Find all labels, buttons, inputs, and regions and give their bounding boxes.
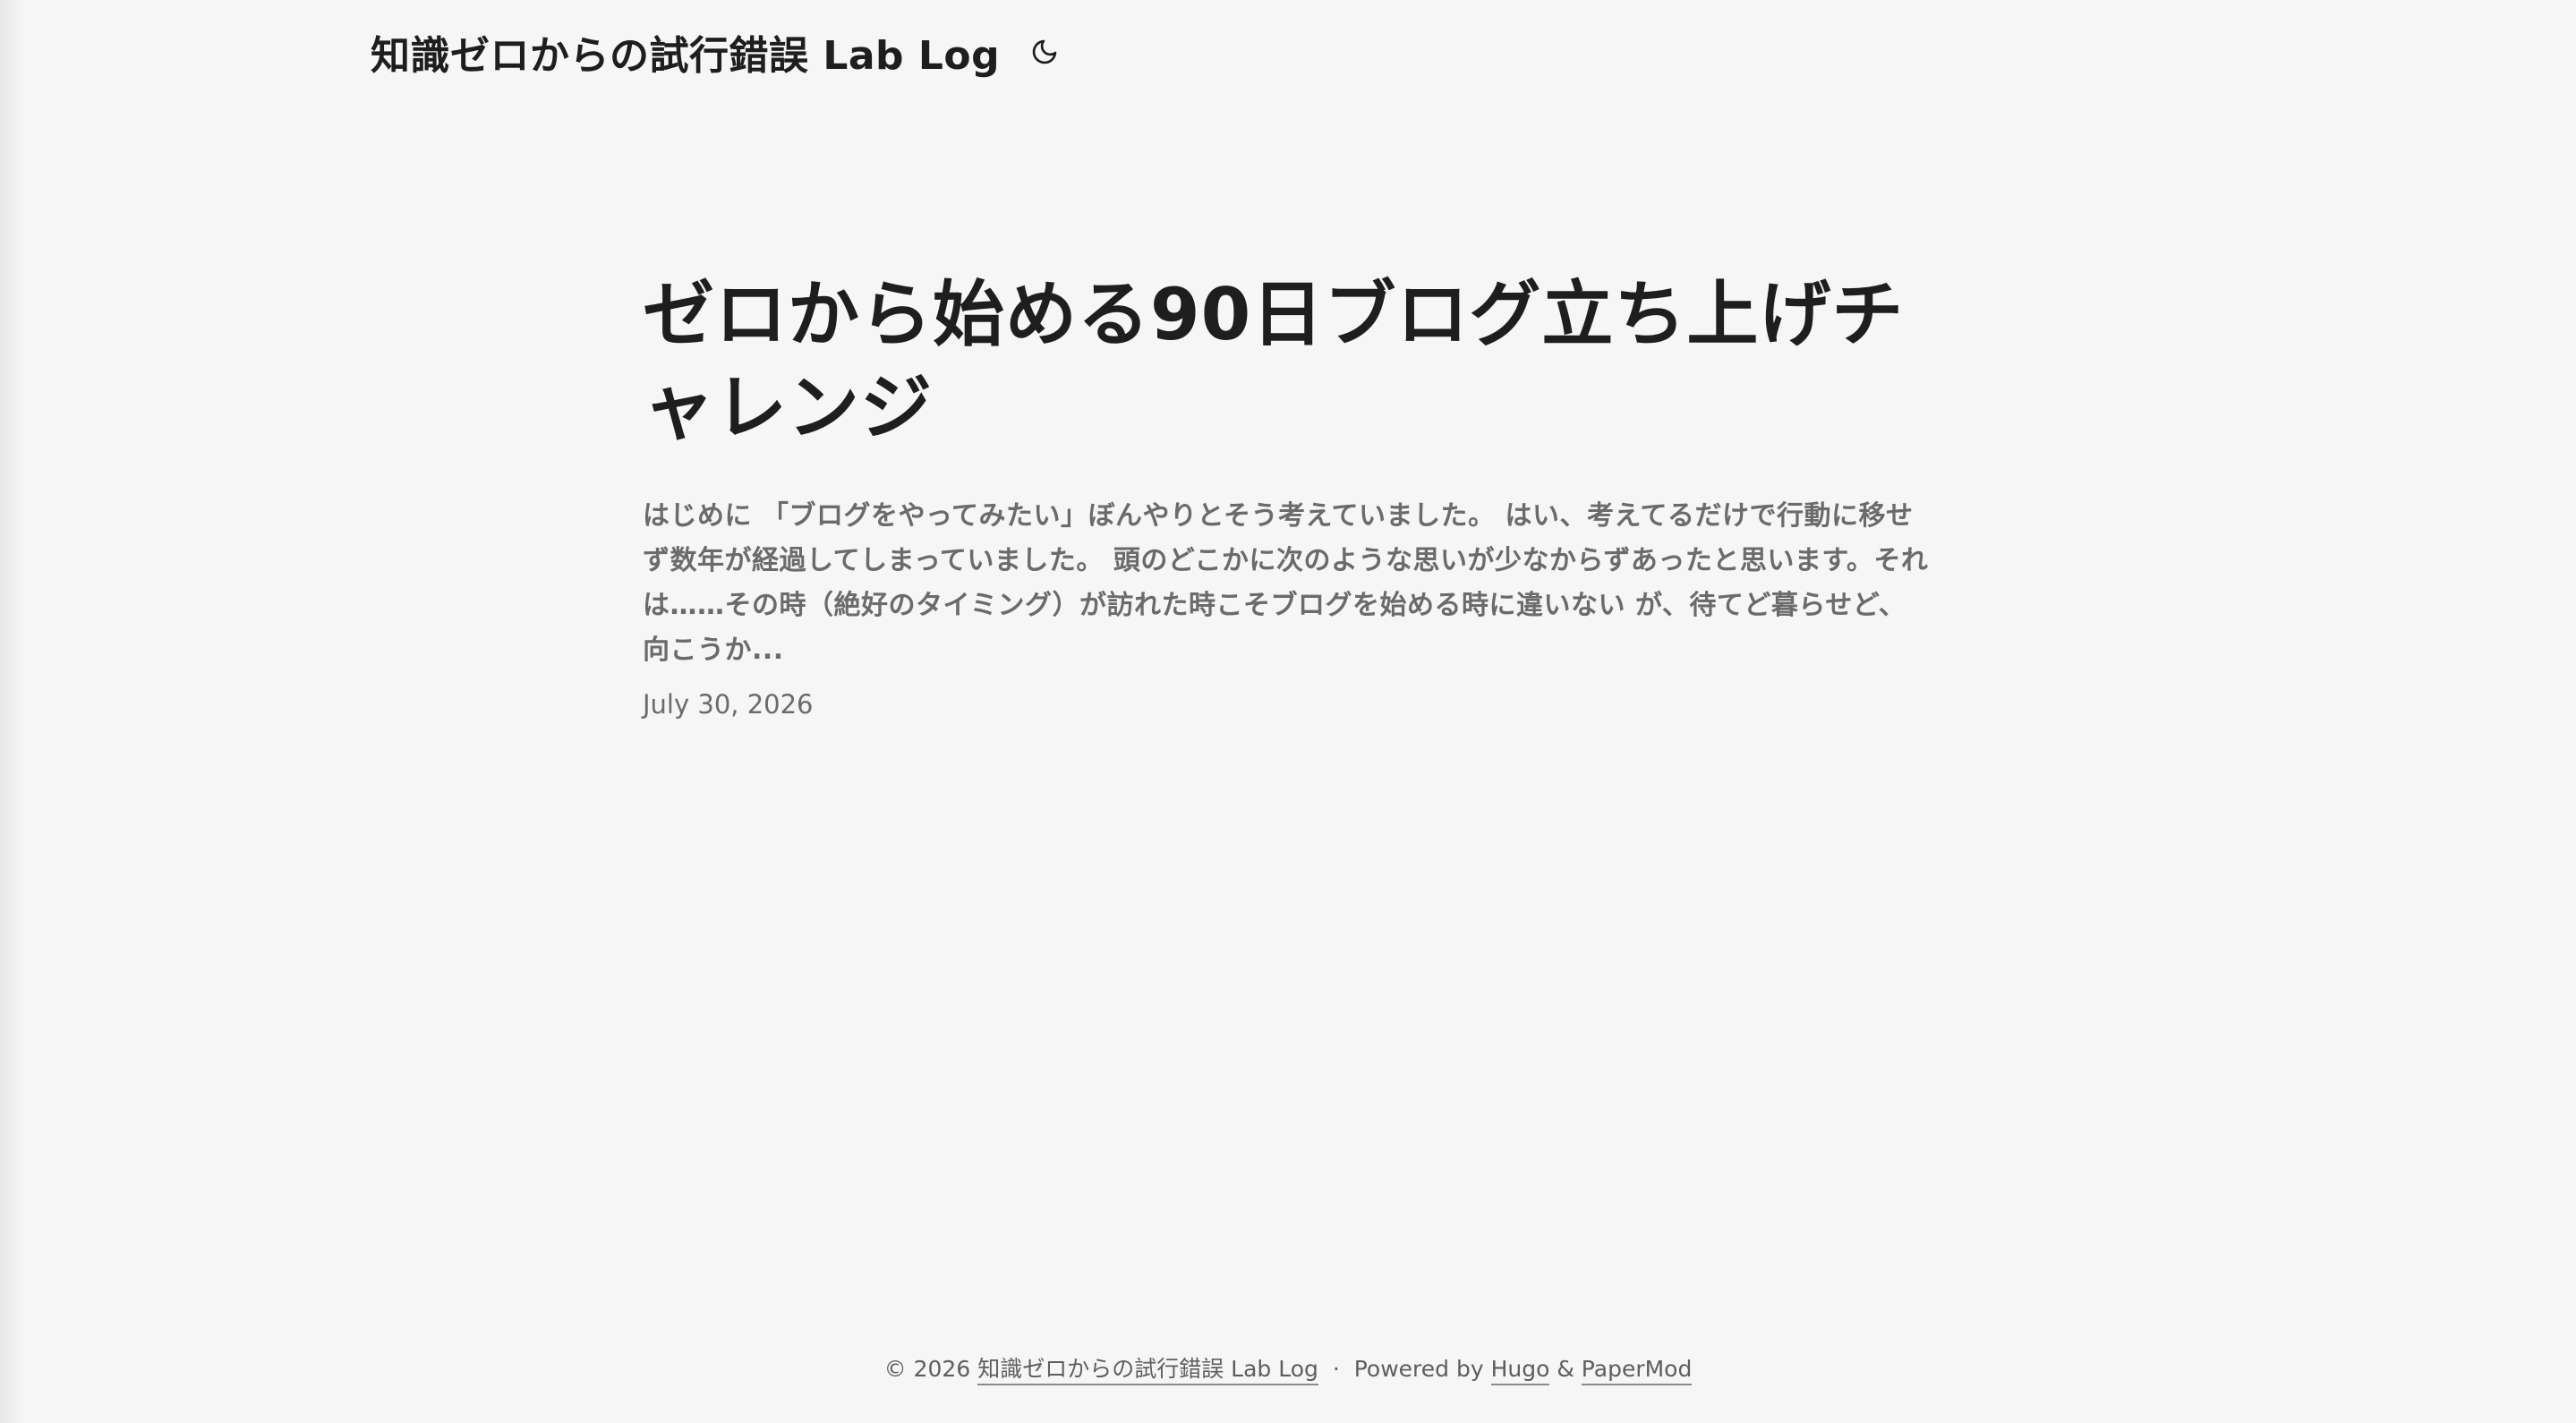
site-header: 知識ゼロからの試行錯誤 Lab Log [371, 23, 1062, 81]
theme-toggle-button[interactable] [1027, 34, 1062, 70]
edge-shadow [0, 0, 25, 1423]
site-footer: © 2026 知識ゼロからの試行錯誤 Lab Log · Powered by … [0, 1351, 2576, 1385]
footer-powered-by: Powered by [1353, 1356, 1484, 1382]
site-title-link[interactable]: 知識ゼロからの試行錯誤 Lab Log [371, 23, 1000, 81]
footer-site-link[interactable]: 知識ゼロからの試行錯誤 Lab Log [977, 1356, 1318, 1385]
page: 知識ゼロからの試行錯誤 Lab Log ゼロから始める90日ブログ立ち上げチャレ… [0, 0, 2576, 1423]
post-entry[interactable]: ゼロから始める90日ブログ立ち上げチャレンジ はじめに 「ブログをやってみたい」… [643, 268, 1932, 720]
footer-papermod-link[interactable]: PaperMod [1581, 1356, 1693, 1385]
post-list: ゼロから始める90日ブログ立ち上げチャレンジ はじめに 「ブログをやってみたい」… [643, 268, 1932, 720]
post-date: July 30, 2026 [643, 689, 814, 720]
moon-icon [1032, 39, 1057, 64]
post-title[interactable]: ゼロから始める90日ブログ立ち上げチャレンジ [643, 268, 1932, 455]
footer-separator: · [1332, 1356, 1340, 1382]
post-summary: はじめに 「ブログをやってみたい」ぼんやりとそう考えていました。 はい、考えてる… [643, 500, 1929, 666]
footer-ampersand: & [1557, 1356, 1574, 1382]
footer-copyright: © 2026 [883, 1356, 971, 1382]
footer-hugo-link[interactable]: Hugo [1490, 1356, 1550, 1385]
